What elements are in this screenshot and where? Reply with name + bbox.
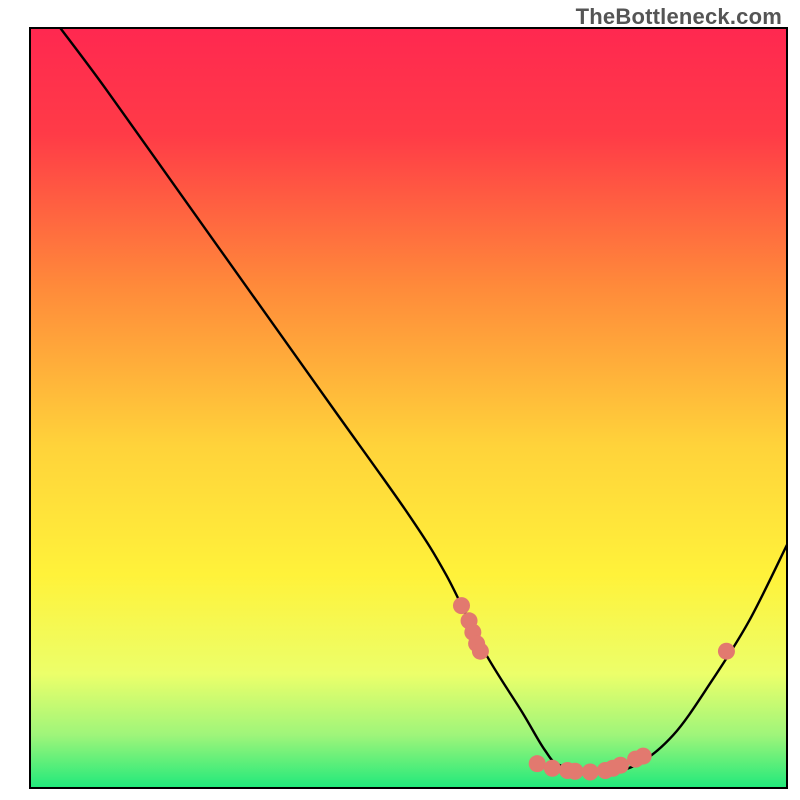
data-point bbox=[635, 748, 652, 765]
data-point bbox=[612, 757, 629, 774]
data-point bbox=[582, 764, 599, 781]
data-point bbox=[529, 755, 546, 772]
chart-container: TheBottleneck.com bbox=[0, 0, 800, 800]
data-point bbox=[718, 643, 735, 660]
data-point bbox=[453, 597, 470, 614]
data-point bbox=[544, 760, 561, 777]
attribution-text: TheBottleneck.com bbox=[576, 4, 782, 30]
chart-svg bbox=[0, 0, 800, 800]
data-point bbox=[472, 643, 489, 660]
data-point bbox=[567, 763, 584, 780]
